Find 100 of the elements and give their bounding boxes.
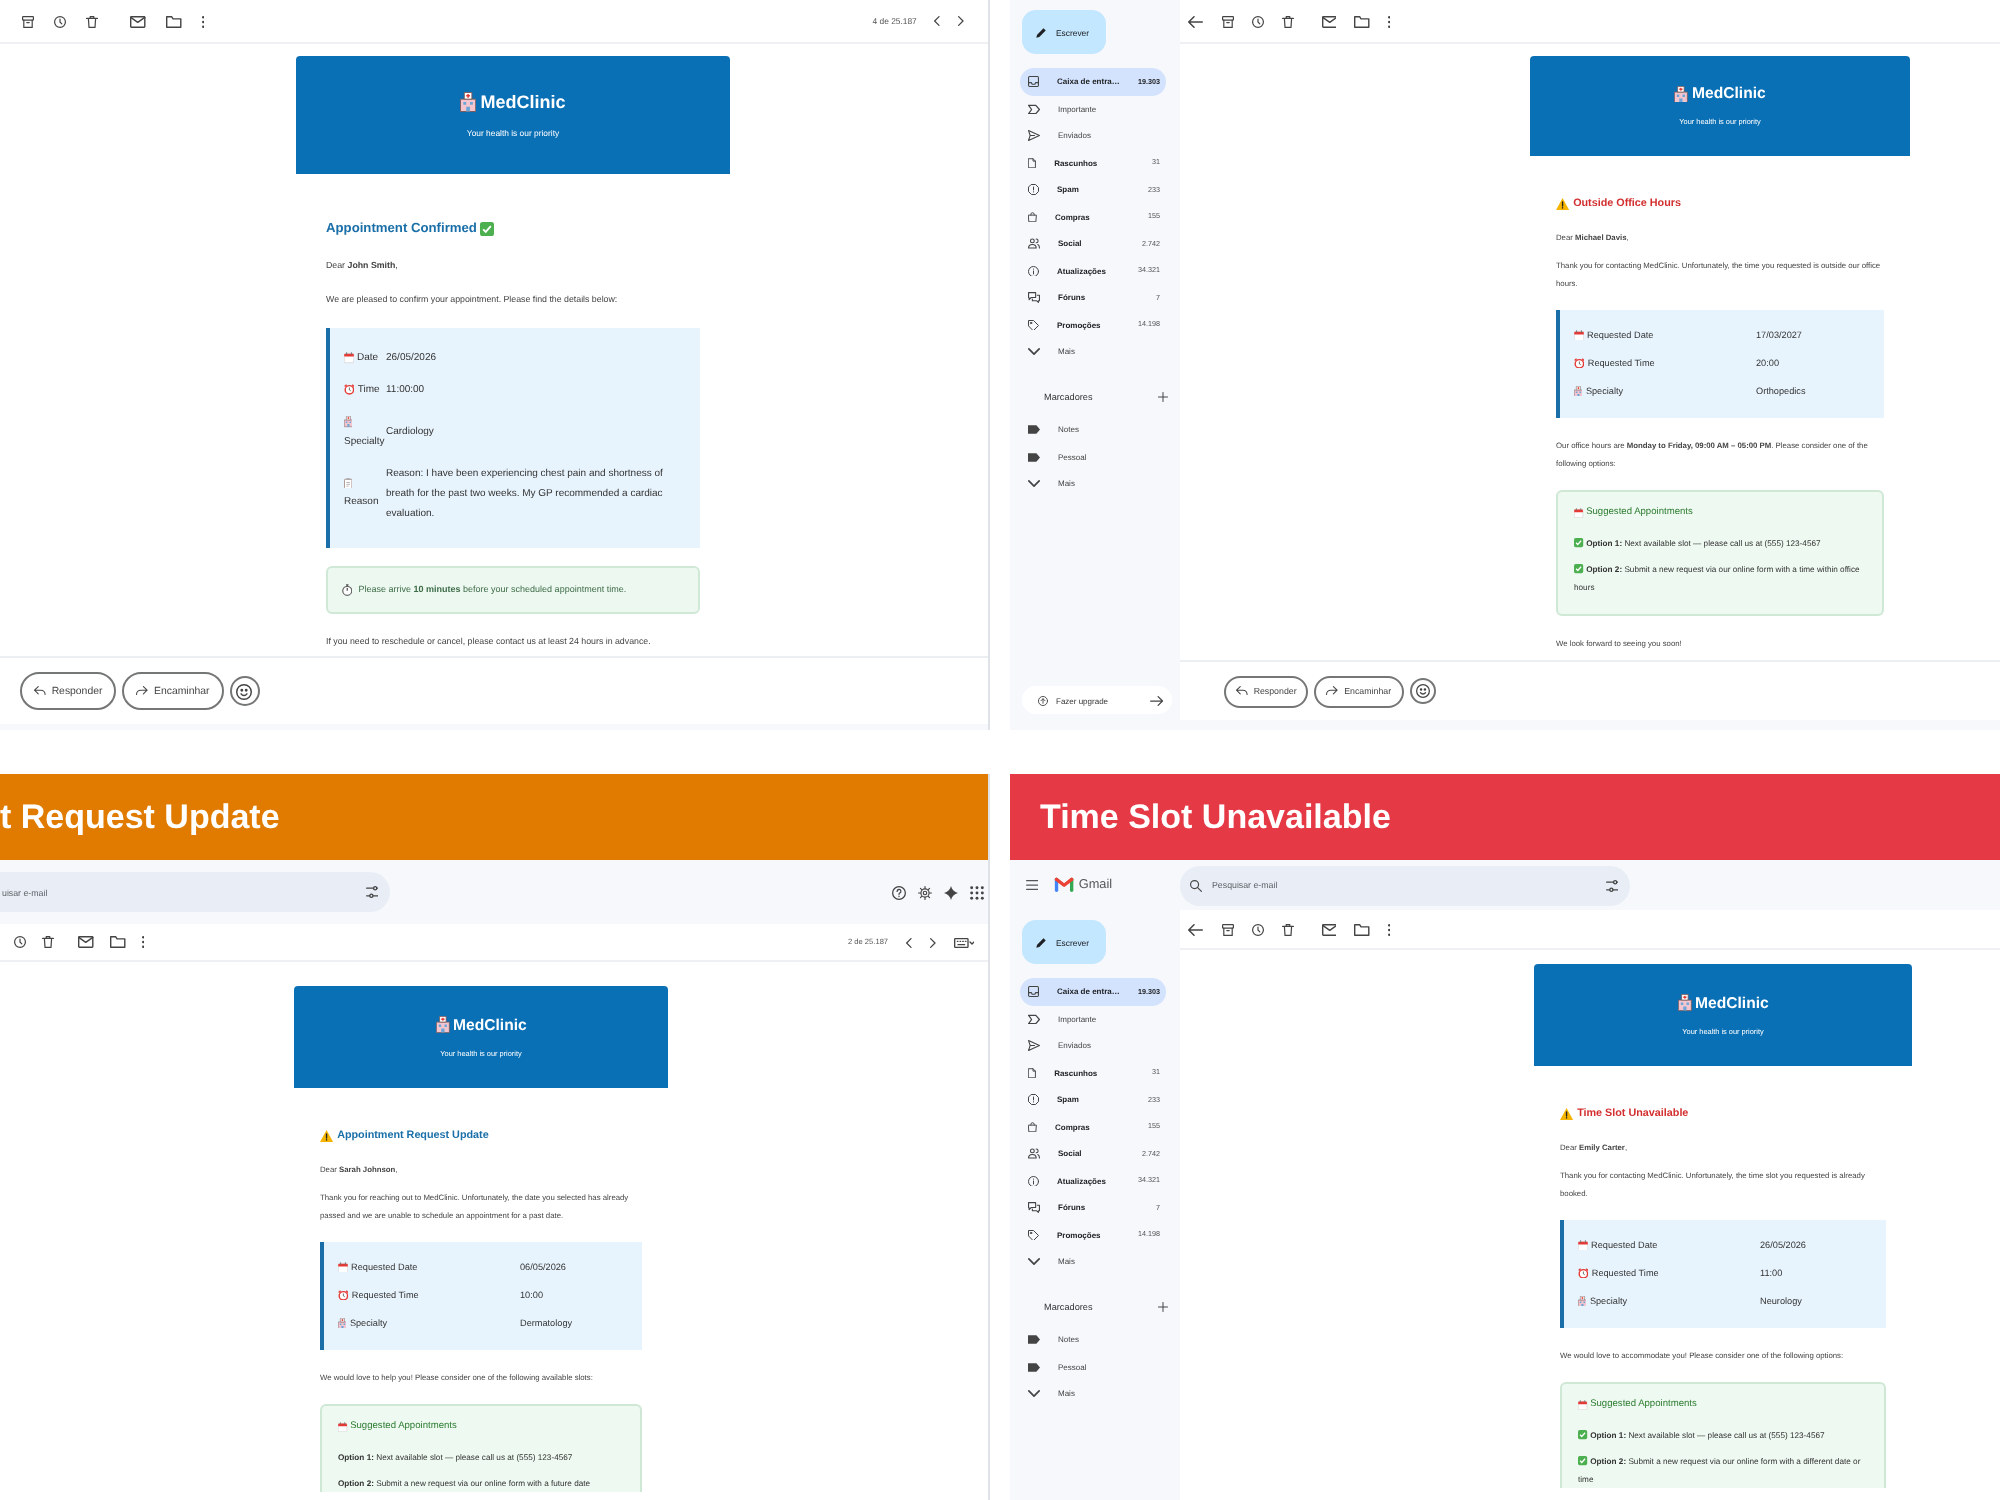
envelope-icon[interactable] <box>130 15 146 27</box>
chevron-down-icon <box>1028 1256 1040 1267</box>
calendar-icon <box>1578 1399 1588 1409</box>
logo-icon <box>1054 876 1075 892</box>
folder-icon[interactable] <box>109 936 125 948</box>
file-icon <box>1028 1067 1037 1078</box>
hospital-icon <box>1574 385 1583 397</box>
shopping-bag-icon <box>1028 1121 1038 1132</box>
filter-icon[interactable] <box>365 886 378 898</box>
calendar-icon <box>1574 507 1584 517</box>
calendar-icon <box>1574 329 1585 341</box>
check-box-icon <box>480 222 495 236</box>
clock-icon[interactable] <box>14 936 26 948</box>
calendar-icon <box>1578 1239 1589 1251</box>
plus-icon[interactable] <box>1158 1302 1168 1313</box>
trash-icon[interactable] <box>86 15 98 27</box>
folder-icon[interactable] <box>1354 923 1370 935</box>
trash-icon[interactable] <box>1281 15 1293 27</box>
trash-icon[interactable] <box>42 936 54 948</box>
send-icon <box>1028 1040 1040 1051</box>
title-banner: Time Slot Unavailable <box>1010 774 2000 860</box>
sparkle-icon[interactable] <box>944 885 958 899</box>
clock-icon[interactable] <box>1251 15 1263 27</box>
envelope-icon[interactable] <box>1321 15 1337 27</box>
alert-icon <box>1028 1094 1039 1105</box>
envelope-icon[interactable] <box>1321 923 1337 935</box>
alarm-clock-icon <box>1578 1267 1589 1279</box>
plus-icon[interactable] <box>1158 392 1168 403</box>
info-icon <box>1028 265 1039 276</box>
clipboard-icon <box>344 477 353 489</box>
archive-icon[interactable] <box>1221 15 1233 27</box>
hospital-icon <box>344 416 353 427</box>
clock-icon[interactable] <box>1251 923 1263 935</box>
arrow-circle-icon <box>1038 695 1048 705</box>
hospital-icon <box>1674 85 1689 103</box>
inbox-icon <box>1028 986 1039 997</box>
important-icon <box>1028 1013 1040 1024</box>
chat-icon <box>1028 1202 1040 1213</box>
menu-icon[interactable] <box>1026 879 1039 889</box>
tag-icon <box>1028 1229 1039 1240</box>
brand-name: MedClinic <box>480 91 566 113</box>
reply-icon <box>34 686 46 696</box>
keyboard-icon[interactable] <box>953 937 974 947</box>
smiley-icon <box>1415 684 1430 698</box>
hospital-icon <box>338 1317 347 1329</box>
filter-icon[interactable] <box>1605 879 1618 891</box>
warning-icon <box>1560 1108 1574 1120</box>
alarm-clock-icon <box>344 384 355 396</box>
arrow-right-icon <box>1150 695 1164 705</box>
archive-icon[interactable] <box>1221 923 1233 935</box>
label-icon <box>1028 451 1040 462</box>
reply-icon <box>1236 686 1248 696</box>
folder-icon[interactable] <box>165 15 181 27</box>
settings-icon[interactable] <box>918 885 932 899</box>
info-icon <box>1028 1175 1039 1186</box>
chevron-left-icon[interactable] <box>906 937 912 947</box>
alert-icon <box>1028 184 1039 195</box>
alarm-clock-icon <box>1574 357 1585 369</box>
archive-icon[interactable] <box>22 15 34 27</box>
pencil-icon <box>1036 937 1046 947</box>
forward-icon <box>136 686 149 696</box>
chevron-left-icon[interactable] <box>934 16 941 26</box>
warning-icon <box>1556 198 1570 210</box>
smiley-icon <box>236 683 253 699</box>
clock-icon[interactable] <box>54 15 66 27</box>
tag-icon <box>1028 319 1039 330</box>
emoji-button[interactable] <box>1409 678 1436 704</box>
chevron-down-icon <box>1028 478 1040 489</box>
help-icon[interactable] <box>892 885 906 899</box>
inbox-icon <box>1028 76 1039 87</box>
title-banner: t Request Update <box>0 774 988 860</box>
label-icon <box>1028 1361 1040 1372</box>
shopping-bag-icon <box>1028 211 1038 222</box>
chevron-down-icon <box>1028 1388 1040 1399</box>
important-icon <box>1028 103 1040 114</box>
label-icon <box>1028 424 1040 435</box>
emoji-button[interactable] <box>229 676 260 706</box>
apps-icon[interactable] <box>970 885 984 899</box>
trash-icon[interactable] <box>1281 923 1293 935</box>
forward-icon <box>1326 686 1339 696</box>
pencil-icon <box>1036 27 1046 37</box>
hospital-icon <box>435 1016 450 1034</box>
hospital-icon <box>1677 994 1692 1012</box>
warning-icon <box>320 1130 334 1142</box>
stopwatch-icon <box>342 583 353 595</box>
chevron-down-icon <box>1028 346 1040 357</box>
calendar-icon <box>344 352 355 364</box>
alarm-clock-icon <box>338 1289 349 1301</box>
folder-icon[interactable] <box>1354 15 1370 27</box>
people-icon <box>1028 238 1040 249</box>
label-icon <box>1028 1334 1040 1345</box>
back-arrow-icon[interactable] <box>1188 15 1203 27</box>
chevron-right-icon[interactable] <box>958 16 964 26</box>
calendar-icon <box>338 1261 349 1273</box>
chevron-right-icon[interactable] <box>929 937 936 947</box>
search-icon[interactable] <box>1190 879 1202 891</box>
chat-icon <box>1028 292 1040 303</box>
back-arrow-icon[interactable] <box>1188 923 1203 935</box>
envelope-icon[interactable] <box>78 936 94 948</box>
people-icon <box>1028 1148 1040 1159</box>
